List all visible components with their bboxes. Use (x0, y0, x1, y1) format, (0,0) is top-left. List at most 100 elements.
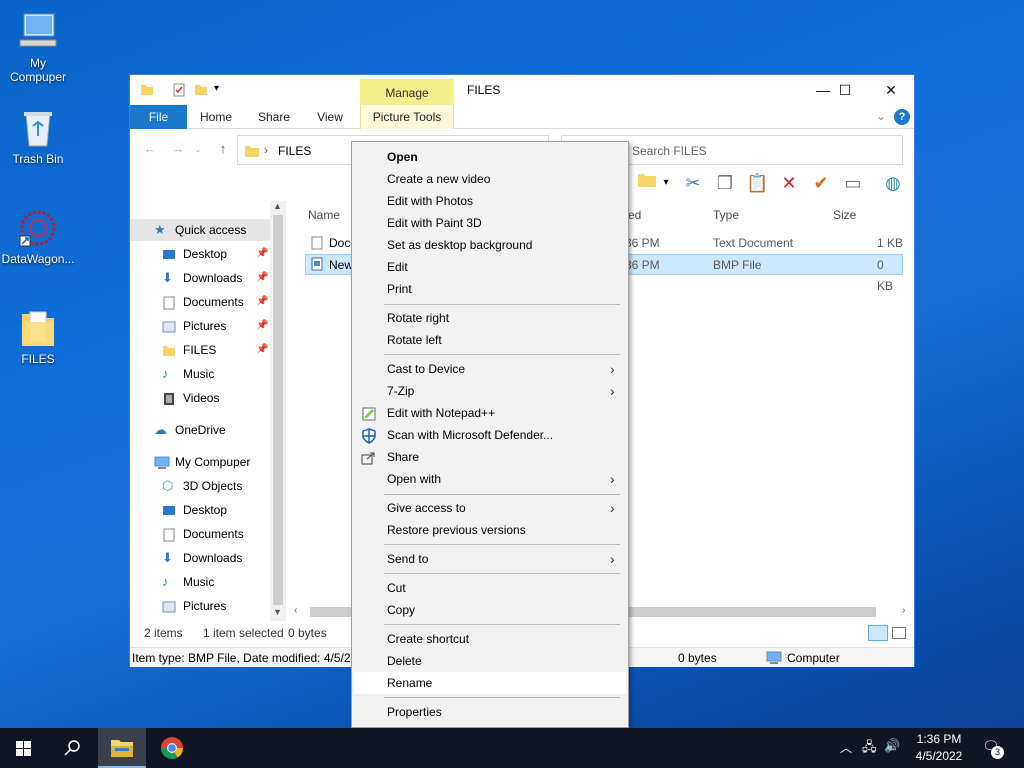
tab-file[interactable]: File (130, 105, 187, 129)
menu-item-open-with[interactable]: Open with › (354, 468, 626, 490)
music-note-icon: ♪ (162, 574, 169, 589)
nav-item-3d-objects[interactable]: ⬡ 3D Objects (130, 475, 270, 497)
menu-item-edit[interactable]: Edit (354, 256, 626, 278)
tab-view[interactable]: View (306, 105, 354, 129)
volume-icon[interactable]: 🔊 (884, 738, 900, 754)
scroll-down-icon[interactable]: ▼ (273, 607, 282, 617)
back-arrow-icon[interactable]: ← (142, 141, 158, 157)
nav-item-pictures[interactable]: Pictures 📌 (130, 315, 270, 337)
scroll-right-icon[interactable]: › (902, 605, 905, 616)
pin-icon: 📌 (256, 296, 269, 307)
network-icon[interactable]: 🖧 (862, 738, 877, 760)
nav-item-files[interactable]: FILES 📌 (130, 339, 270, 361)
menu-item-set-background[interactable]: Set as desktop background (354, 234, 626, 256)
nav-item-documents[interactable]: Documents 📌 (130, 291, 270, 313)
nav-quick-access[interactable]: ★ Quick access (130, 219, 270, 241)
breadcrumb[interactable]: FILES (278, 144, 311, 158)
delete-icon[interactable]: ✕ (778, 171, 800, 195)
details-view-icon[interactable] (868, 625, 888, 641)
nav-onedrive[interactable]: ☁ OneDrive (130, 419, 270, 441)
notification-count-badge: 3 (991, 746, 1004, 759)
menu-item-scan-defender[interactable]: Scan with Microsoft Defender... (354, 424, 626, 446)
paste-icon[interactable]: 📋 (746, 171, 768, 195)
menu-item-give-access[interactable]: Give access to › (354, 497, 626, 519)
help-icon[interactable]: ? (894, 109, 910, 125)
nav-scrollbar[interactable]: ▲ ▼ (270, 201, 286, 621)
menu-item-restore-versions[interactable]: Restore previous versions (354, 519, 626, 541)
nav-item-music[interactable]: ♪ Music (130, 363, 270, 385)
nav-item-desktop[interactable]: Desktop 📌 (130, 243, 270, 265)
scroll-left-icon[interactable]: ‹ (294, 605, 297, 616)
new-folder-icon[interactable] (636, 171, 658, 195)
nav-item-pc-documents[interactable]: Documents (130, 523, 270, 545)
taskbar-file-explorer[interactable] (98, 728, 146, 768)
scroll-up-icon[interactable]: ▲ (273, 201, 282, 211)
menu-item-edit-paint3d[interactable]: Edit with Paint 3D (354, 212, 626, 234)
menu-item-delete[interactable]: Delete (354, 650, 626, 672)
start-button[interactable] (0, 728, 48, 768)
menu-item-rename[interactable]: Rename (354, 672, 626, 694)
menu-item-share[interactable]: Share (354, 446, 626, 468)
pictures-icon (162, 599, 176, 613)
nav-item-downloads[interactable]: ⬇ Downloads 📌 (130, 267, 270, 289)
menu-item-edit-photos[interactable]: Edit with Photos (354, 190, 626, 212)
nav-item-pc-desktop[interactable]: Desktop (130, 499, 270, 521)
rename-icon[interactable]: ▭ (842, 171, 864, 195)
file-size: 0 KB (877, 258, 894, 293)
dropdown-icon[interactable]: ▾ (660, 171, 672, 195)
maximize-button[interactable]: ☐ (822, 75, 868, 105)
menu-item-properties[interactable]: Properties (354, 701, 626, 723)
notifications-button[interactable]: 🗨 3 (978, 736, 1008, 760)
checkmark-icon[interactable]: ✔ (810, 171, 832, 195)
scrollbar-thumb[interactable] (273, 215, 283, 605)
copy-icon[interactable]: ❐ (714, 171, 736, 195)
star-icon: ★ (154, 222, 166, 237)
desktop-icon-my-computer[interactable]: My Compuper (0, 10, 76, 84)
nav-item-pc-pictures[interactable]: Pictures (130, 595, 270, 617)
menu-item-create-video[interactable]: Create a new video (354, 168, 626, 190)
column-header-name[interactable]: Name (308, 208, 340, 222)
globe-icon[interactable]: ◍ (882, 171, 904, 195)
desktop-icon-trash-bin[interactable]: Trash Bin (0, 106, 76, 166)
nav-item-videos[interactable]: Videos (130, 387, 270, 409)
tab-share[interactable]: Share (250, 105, 298, 129)
recent-locations-icon[interactable]: ⌄ (190, 141, 206, 157)
tab-home[interactable]: Home (192, 105, 240, 129)
menu-item-print[interactable]: Print (354, 278, 626, 300)
menu-item-edit-notepadpp[interactable]: Edit with Notepad++ (354, 402, 626, 424)
up-arrow-icon[interactable]: ↑ (215, 141, 231, 157)
menu-item-cast-to-device[interactable]: Cast to Device › (354, 358, 626, 380)
menu-separator (384, 544, 620, 545)
nav-item-pc-music[interactable]: ♪ Music (130, 571, 270, 593)
nav-this-pc[interactable]: My Compuper (130, 451, 270, 473)
column-header-date[interactable]: ed (628, 208, 641, 222)
taskbar-chrome[interactable] (148, 728, 196, 768)
menu-item-rotate-right[interactable]: Rotate right (354, 307, 626, 329)
close-button[interactable]: ✕ (868, 75, 914, 105)
menu-item-7zip[interactable]: 7-Zip › (354, 380, 626, 402)
nav-item-pc-downloads[interactable]: ⬇ Downloads (130, 547, 270, 569)
column-header-size[interactable]: Size (833, 208, 856, 222)
clock[interactable]: 1:36 PM 4/5/2022 (910, 731, 968, 765)
properties-icon[interactable] (172, 83, 186, 97)
column-header-type[interactable]: Type (713, 208, 739, 222)
menu-item-send-to[interactable]: Send to › (354, 548, 626, 570)
expand-ribbon-icon[interactable]: ⌄ (876, 109, 886, 123)
menu-item-copy[interactable]: Copy (354, 599, 626, 621)
desktop-icon-datawagon[interactable]: DataWagon... (0, 206, 76, 266)
search-button[interactable] (48, 728, 96, 768)
tab-picture-tools[interactable]: Picture Tools (360, 105, 454, 129)
menu-item-cut[interactable]: Cut (354, 577, 626, 599)
menu-item-open[interactable]: Open (354, 146, 626, 168)
menu-item-create-shortcut[interactable]: Create shortcut (354, 628, 626, 650)
desktop-icon-files[interactable]: FILES (0, 306, 76, 366)
large-icons-view-icon[interactable] (892, 627, 906, 639)
menu-item-rotate-left[interactable]: Rotate left (354, 329, 626, 351)
show-hidden-icons-icon[interactable]: ︿ (840, 739, 852, 756)
cut-icon[interactable]: ✂ (682, 171, 704, 195)
manage-contextual-tab[interactable]: Manage (360, 79, 454, 105)
menu-separator (384, 494, 620, 495)
new-folder-icon[interactable] (194, 83, 208, 97)
customize-quick-access-icon[interactable]: ▾ (214, 83, 228, 97)
forward-arrow-icon[interactable]: → (170, 141, 186, 157)
